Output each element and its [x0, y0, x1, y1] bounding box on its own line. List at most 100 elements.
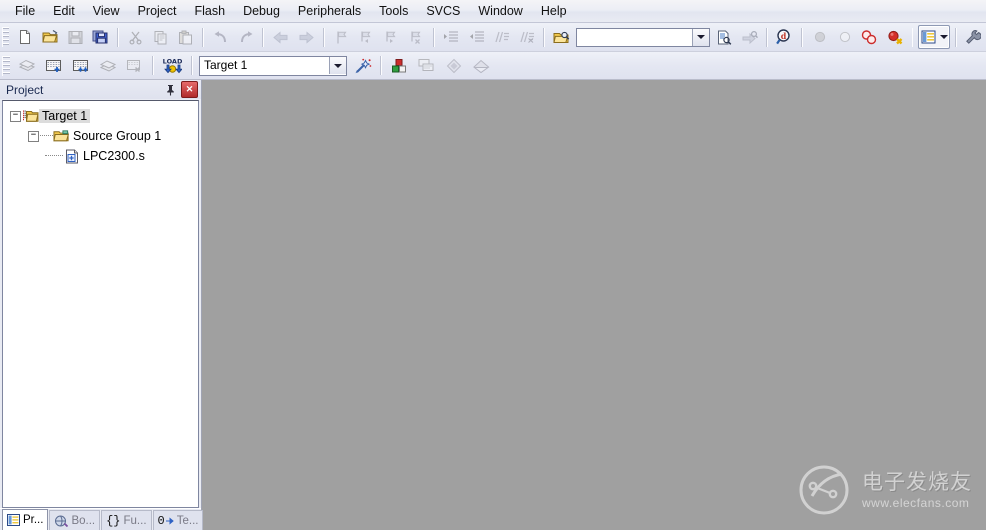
window-list-button[interactable]	[918, 25, 950, 49]
paste-button[interactable]	[174, 25, 197, 49]
menu-item-file[interactable]: File	[6, 1, 44, 21]
tree-node-file[interactable]: LPC2300.s	[9, 146, 198, 166]
disable-all-breakpoints-button[interactable]	[858, 25, 881, 49]
browse-symbol-button[interactable]: d	[773, 25, 796, 49]
toggle-bookmark-button[interactable]	[330, 25, 353, 49]
redo-button[interactable]	[234, 25, 257, 49]
package-installer-button[interactable]	[468, 54, 493, 78]
navigate-back-button[interactable]	[269, 25, 292, 49]
source-group-folder-icon	[53, 129, 70, 143]
find-in-file-button[interactable]	[713, 25, 736, 49]
find-in-files-button[interactable]	[550, 25, 573, 49]
copy-button[interactable]	[149, 25, 172, 49]
pin-icon[interactable]	[163, 82, 178, 97]
find-combo-arrow[interactable]	[691, 28, 709, 46]
package-icon	[472, 58, 490, 74]
tree-node-source-group[interactable]: − Source Group 1	[9, 126, 198, 146]
menu-item-flash[interactable]: Flash	[185, 1, 234, 21]
toolbar-separator	[191, 56, 193, 75]
menu-item-debug[interactable]: Debug	[234, 1, 289, 21]
target-options-button[interactable]	[350, 54, 375, 78]
toolbar-separator	[766, 27, 769, 47]
svg-text:d: d	[781, 31, 787, 41]
watermark-url: www.elecfans.com	[862, 495, 970, 510]
editor-client-area[interactable]: 电子发烧友 www.elecfans.com	[203, 80, 986, 530]
source-group-expander[interactable]: −	[27, 130, 40, 142]
scissors-icon	[128, 30, 143, 45]
tree-label-target[interactable]: Target 1	[39, 109, 91, 123]
toolbar-separator	[202, 27, 205, 47]
target-expander[interactable]: −	[9, 110, 22, 122]
previous-bookmark-button[interactable]	[355, 25, 378, 49]
clear-bookmarks-button[interactable]	[405, 25, 428, 49]
translate-file-button[interactable]	[14, 54, 39, 78]
toolbar-separator	[801, 27, 804, 47]
watermark-text: 电子发烧友 www.elecfans.com	[862, 471, 972, 510]
books-tab-icon	[54, 515, 69, 527]
templates-tab-icon: 0	[158, 514, 174, 528]
open-file-button[interactable]	[39, 25, 62, 49]
toolbar-gripper[interactable]	[2, 27, 10, 47]
rebuild-all-icon	[72, 58, 90, 74]
window-list-chevron-down-icon[interactable]	[939, 35, 948, 39]
find-combo[interactable]	[576, 27, 710, 47]
save-all-icon	[92, 29, 108, 45]
target-select[interactable]: Target 1	[199, 55, 347, 76]
project-tree: − Target 1 − Source Group 1 LPC2300.s	[3, 101, 198, 166]
tab-functions-label: Fu...	[123, 514, 147, 527]
tree-label-file[interactable]: LPC2300.s	[80, 149, 148, 163]
collapse-minus-icon: −	[28, 130, 39, 142]
manage-components-button[interactable]	[387, 54, 412, 78]
toolbar-separator	[262, 27, 265, 47]
window-list-icon	[921, 30, 936, 44]
manage-multi-project-button[interactable]	[414, 54, 439, 78]
menu-item-edit[interactable]: Edit	[44, 1, 84, 21]
new-file-button[interactable]	[13, 25, 36, 49]
outdent-button[interactable]	[465, 25, 488, 49]
indent-button[interactable]	[440, 25, 463, 49]
insert-breakpoint-button[interactable]	[808, 25, 831, 49]
menu-item-help[interactable]: Help	[532, 1, 576, 21]
next-bookmark-button[interactable]	[380, 25, 403, 49]
comment-lines-button[interactable]	[490, 25, 513, 49]
project-panel-tabs: Pr... Bo... {} Fu... 0 Te...	[0, 508, 204, 530]
tab-project[interactable]: Pr...	[2, 509, 49, 530]
build-target-button[interactable]	[41, 54, 66, 78]
close-icon[interactable]: ✕	[181, 81, 198, 98]
undo-button[interactable]	[209, 25, 232, 49]
tree-node-target[interactable]: − Target 1	[9, 106, 198, 126]
tab-templates[interactable]: 0 Te...	[152, 510, 204, 530]
menu-item-svcs[interactable]: SVCS	[417, 1, 469, 21]
tab-books[interactable]: Bo...	[49, 510, 101, 530]
toolbar-gripper[interactable]	[2, 55, 10, 76]
tab-functions[interactable]: {} Fu...	[101, 510, 152, 530]
save-all-button[interactable]	[89, 25, 112, 49]
project-components-icon	[391, 58, 408, 74]
save-button[interactable]	[64, 25, 87, 49]
kill-all-breakpoints-button[interactable]	[883, 25, 906, 49]
menu-item-view[interactable]: View	[84, 1, 129, 21]
menu-item-tools[interactable]: Tools	[370, 1, 417, 21]
panel-title-text: Project	[6, 82, 44, 97]
download-button[interactable]: LOAD	[159, 54, 186, 78]
menu-item-window[interactable]: Window	[469, 1, 531, 21]
menu-item-peripherals[interactable]: Peripherals	[289, 1, 370, 21]
rebuild-all-button[interactable]	[68, 54, 93, 78]
functions-tab-icon: {}	[106, 513, 121, 528]
navigate-forward-button[interactable]	[294, 25, 317, 49]
batch-build-icon	[99, 58, 117, 74]
enable-breakpoint-button[interactable]	[833, 25, 856, 49]
incremental-find-button[interactable]	[738, 25, 761, 49]
source-browse-button[interactable]	[441, 54, 466, 78]
stop-build-button[interactable]	[122, 54, 147, 78]
collapse-minus-icon: −	[10, 110, 21, 122]
tree-label-source-group[interactable]: Source Group 1	[70, 129, 164, 143]
menu-item-project[interactable]: Project	[129, 1, 186, 21]
target-select-value[interactable]: Target 1	[200, 57, 329, 74]
target-select-arrow[interactable]	[329, 57, 346, 74]
cut-button[interactable]	[124, 25, 147, 49]
configuration-button[interactable]	[962, 25, 985, 49]
batch-build-button[interactable]	[95, 54, 120, 78]
project-tree-container[interactable]: − Target 1 − Source Group 1 LPC2300.s	[2, 100, 199, 508]
uncomment-lines-button[interactable]	[515, 25, 538, 49]
